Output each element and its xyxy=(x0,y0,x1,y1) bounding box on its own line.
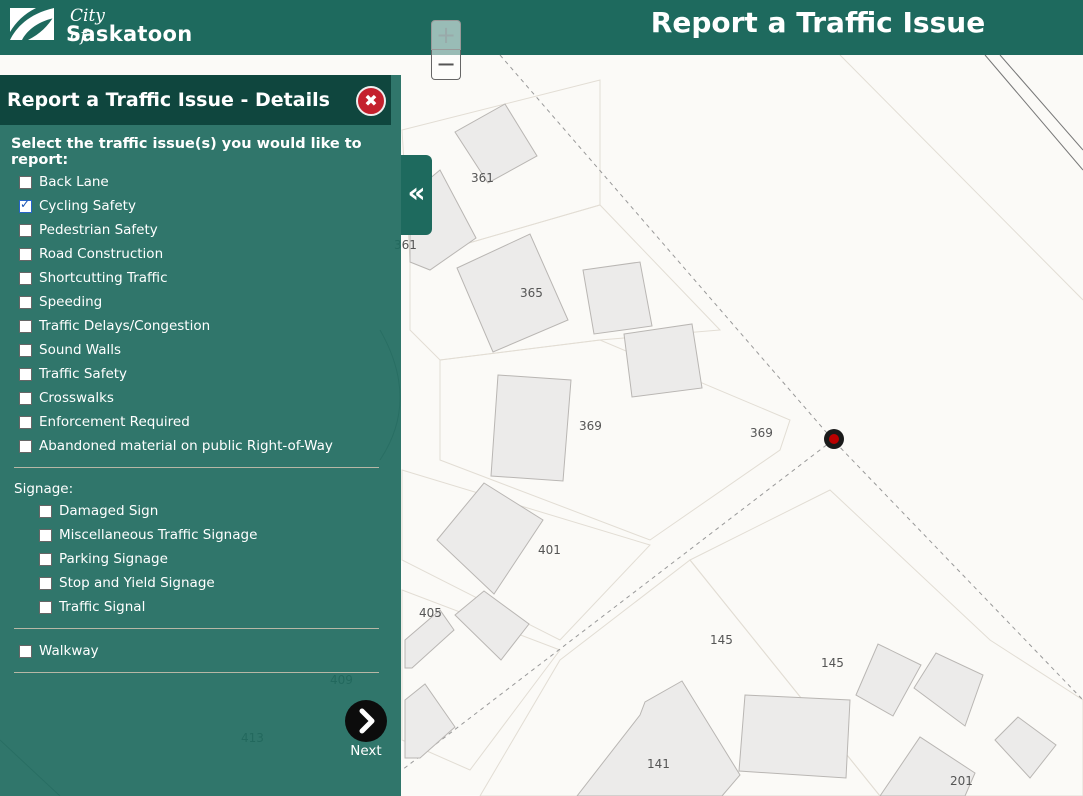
checkbox-miscellaneous-traffic-signage[interactable]: Miscellaneous Traffic Signage xyxy=(39,526,257,544)
checkbox-traffic-delays-congestion[interactable]: Traffic Delays/Congestion xyxy=(19,317,210,335)
checkbox-label: Pedestrian Safety xyxy=(39,222,158,238)
checkbox-box[interactable] xyxy=(19,247,32,261)
checkbox-parking-signage[interactable]: Parking Signage xyxy=(39,550,168,568)
checkbox-box[interactable] xyxy=(19,295,32,309)
checkbox-traffic-safety[interactable]: Traffic Safety xyxy=(19,365,127,383)
next-label: Next xyxy=(350,743,382,759)
checkbox-label: Miscellaneous Traffic Signage xyxy=(59,527,258,543)
checkbox-box[interactable] xyxy=(19,271,32,285)
divider xyxy=(14,628,379,629)
parcel-label: 141 xyxy=(647,757,670,771)
checkbox-label: Damaged Sign xyxy=(59,503,159,519)
checkbox-box[interactable] xyxy=(39,600,52,614)
checkbox-box[interactable] xyxy=(39,576,52,590)
checkbox-cycling-safety[interactable]: Cycling Safety xyxy=(19,197,136,215)
app-header: City of Saskatoon Report a Traffic Issue xyxy=(0,0,1083,55)
checkbox-box[interactable] xyxy=(19,343,32,357)
checkbox-label: Road Construction xyxy=(39,246,164,262)
checkbox-box[interactable] xyxy=(19,175,32,189)
checkbox-label: Sound Walls xyxy=(39,342,122,358)
marker-dot xyxy=(829,434,839,444)
checkbox-pedestrian-safety[interactable]: Pedestrian Safety xyxy=(19,221,158,239)
parcel-label: 401 xyxy=(538,543,561,557)
chevron-right-icon xyxy=(359,708,375,734)
collapse-panel-icon[interactable]: « xyxy=(401,155,432,235)
parcel-label: 145 xyxy=(710,633,733,647)
checkbox-box[interactable] xyxy=(19,644,32,658)
checkbox-speeding[interactable]: Speeding xyxy=(19,293,102,311)
checkbox-label: Enforcement Required xyxy=(39,414,190,430)
page-title: Report a Traffic Issue xyxy=(650,6,986,39)
checkbox-label: Speeding xyxy=(39,294,103,310)
parcel-label: 361 xyxy=(471,171,494,185)
saskatoon-logo-icon xyxy=(10,8,54,40)
checkbox-box[interactable] xyxy=(39,504,52,518)
zoom-out-button[interactable]: − xyxy=(431,50,461,80)
panel-header: Report a Traffic Issue - Details ✖ xyxy=(0,75,391,125)
signage-heading: Signage: xyxy=(14,481,74,497)
checkbox-abandoned-material-on-public-right-of-way[interactable]: Abandoned material on public Right-of-Wa… xyxy=(19,437,333,455)
parcel-label: 369 xyxy=(750,426,773,440)
checkbox-walkway[interactable]: Walkway xyxy=(19,642,99,660)
checkbox-crosswalks[interactable]: Crosswalks xyxy=(19,389,114,407)
checkbox-box[interactable] xyxy=(39,552,52,566)
checkbox-box[interactable] xyxy=(39,528,52,542)
divider xyxy=(14,672,379,673)
checkbox-enforcement-required[interactable]: Enforcement Required xyxy=(19,413,190,431)
checkbox-box[interactable] xyxy=(19,367,32,381)
close-icon[interactable]: ✖ xyxy=(356,86,386,116)
checkbox-sound-walls[interactable]: Sound Walls xyxy=(19,341,121,359)
checkbox-label: Abandoned material on public Right-of-Wa… xyxy=(39,438,333,454)
parcel-label: 369 xyxy=(579,419,602,433)
parcel-label: 201 xyxy=(950,774,973,788)
checkbox-box[interactable] xyxy=(19,223,32,237)
location-marker-icon[interactable] xyxy=(824,429,844,449)
panel-title: Report a Traffic Issue - Details xyxy=(7,89,330,111)
checkbox-traffic-signal[interactable]: Traffic Signal xyxy=(39,598,145,616)
issue-prompt: Select the traffic issue(s) you would li… xyxy=(11,136,362,168)
next-button[interactable] xyxy=(345,700,387,742)
checkbox-back-lane[interactable]: Back Lane xyxy=(19,173,109,191)
divider xyxy=(14,467,379,468)
checkbox-label: Shortcutting Traffic xyxy=(39,270,168,286)
details-panel: Report a Traffic Issue - Details ✖ Selec… xyxy=(0,75,401,796)
zoom-control: + − xyxy=(431,20,461,80)
checkbox-label: Crosswalks xyxy=(39,390,114,406)
zoom-in-button[interactable]: + xyxy=(431,20,461,50)
parcel-label: 405 xyxy=(419,606,442,620)
parcel-label: 365 xyxy=(520,286,543,300)
checkbox-label: Cycling Safety xyxy=(39,198,136,214)
checkbox-shortcutting-traffic[interactable]: Shortcutting Traffic xyxy=(19,269,168,287)
checkbox-label: Traffic Signal xyxy=(59,599,146,615)
checkbox-box[interactable] xyxy=(19,197,32,213)
checkbox-box[interactable] xyxy=(19,439,32,453)
checkbox-label: Traffic Safety xyxy=(39,366,128,382)
checkbox-box[interactable] xyxy=(19,391,32,405)
logo-text-saskatoon: Saskatoon xyxy=(66,22,193,46)
checkbox-label: Parking Signage xyxy=(59,551,168,567)
checkbox-box[interactable] xyxy=(19,319,32,333)
checkbox-label: Walkway xyxy=(39,643,99,659)
checkbox-label: Back Lane xyxy=(39,174,109,190)
checkbox-label: Stop and Yield Signage xyxy=(59,575,215,591)
checkbox-road-construction[interactable]: Road Construction xyxy=(19,245,163,263)
checkbox-label: Traffic Delays/Congestion xyxy=(39,318,211,334)
checkbox-box[interactable] xyxy=(19,415,32,429)
parcel-label: 145 xyxy=(821,656,844,670)
checkbox-stop-and-yield-signage[interactable]: Stop and Yield Signage xyxy=(39,574,215,592)
checkbox-damaged-sign[interactable]: Damaged Sign xyxy=(39,502,158,520)
